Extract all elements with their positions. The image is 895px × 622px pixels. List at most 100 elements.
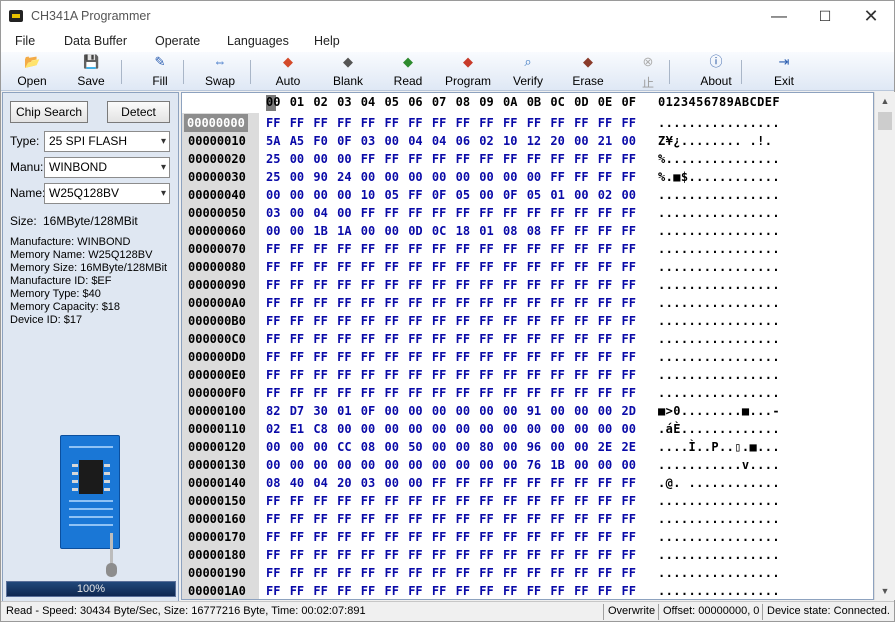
- hex-byte[interactable]: 00: [574, 186, 588, 204]
- hex-byte[interactable]: FF: [266, 276, 280, 294]
- hex-byte[interactable]: FF: [456, 384, 470, 402]
- hex-byte[interactable]: FF: [479, 258, 493, 276]
- hex-byte[interactable]: 00: [456, 168, 470, 186]
- hex-byte[interactable]: FF: [527, 384, 541, 402]
- hex-byte[interactable]: FF: [527, 276, 541, 294]
- hex-byte[interactable]: FF: [527, 546, 541, 564]
- hex-byte[interactable]: 01: [337, 402, 351, 420]
- hex-byte[interactable]: FF: [313, 240, 327, 258]
- hex-byte[interactable]: FF: [385, 114, 399, 132]
- hex-byte[interactable]: 00: [574, 402, 588, 420]
- hex-row[interactable]: 000001A0 FF FF FF FF FF FF FF FF FF FF FF FF FF FF FF FF…: [182, 582, 873, 599]
- hex-byte[interactable]: FF: [598, 528, 612, 546]
- hex-byte[interactable]: FF: [574, 366, 588, 384]
- hex-byte[interactable]: FF: [432, 348, 446, 366]
- hex-byte[interactable]: 00: [266, 456, 280, 474]
- hex-byte[interactable]: 00: [313, 438, 327, 456]
- hex-byte[interactable]: FF: [598, 276, 612, 294]
- hex-byte[interactable]: 40: [290, 474, 304, 492]
- hex-byte[interactable]: FF: [527, 582, 541, 599]
- hex-byte[interactable]: FF: [574, 240, 588, 258]
- toolbar-fill-button[interactable]: ✎ Fill: [132, 54, 188, 90]
- hex-byte[interactable]: FF: [527, 564, 541, 582]
- hex-byte[interactable]: FF: [290, 330, 304, 348]
- toolbar-info-button[interactable]: ⓘ About: [688, 54, 744, 90]
- hex-byte[interactable]: 08: [503, 222, 517, 240]
- hex-byte[interactable]: FF: [479, 564, 493, 582]
- hex-byte[interactable]: FF: [550, 204, 564, 222]
- hex-byte[interactable]: FF: [432, 564, 446, 582]
- hex-byte[interactable]: 00: [550, 402, 564, 420]
- hex-byte[interactable]: FF: [456, 150, 470, 168]
- hex-byte[interactable]: FF: [598, 474, 612, 492]
- hex-byte[interactable]: FF: [361, 258, 375, 276]
- hex-byte[interactable]: FF: [550, 150, 564, 168]
- hex-byte[interactable]: FF: [598, 294, 612, 312]
- hex-byte[interactable]: 2E: [622, 438, 636, 456]
- hex-byte[interactable]: 00: [479, 456, 493, 474]
- hex-byte[interactable]: 0F: [503, 186, 517, 204]
- hex-byte[interactable]: FF: [290, 366, 304, 384]
- hex-byte[interactable]: FF: [456, 114, 470, 132]
- hex-byte[interactable]: 2E: [598, 438, 612, 456]
- hex-byte[interactable]: FF: [598, 222, 612, 240]
- hex-byte[interactable]: FF: [598, 150, 612, 168]
- hex-byte[interactable]: 0F: [337, 132, 351, 150]
- hex-byte[interactable]: 0F: [361, 402, 375, 420]
- hex-byte[interactable]: 00: [408, 168, 422, 186]
- hex-byte[interactable]: FF: [456, 348, 470, 366]
- hex-byte[interactable]: FF: [550, 492, 564, 510]
- hex-byte[interactable]: 00: [598, 420, 612, 438]
- hex-byte[interactable]: FF: [550, 348, 564, 366]
- hex-byte[interactable]: 00: [550, 420, 564, 438]
- hex-byte[interactable]: FF: [574, 330, 588, 348]
- hex-byte[interactable]: 96: [527, 438, 541, 456]
- hex-byte[interactable]: FF: [527, 204, 541, 222]
- hex-byte[interactable]: FF: [408, 186, 422, 204]
- hex-byte[interactable]: FF: [361, 276, 375, 294]
- hex-byte[interactable]: FF: [337, 384, 351, 402]
- hex-byte[interactable]: 00: [574, 420, 588, 438]
- hex-byte[interactable]: FF: [385, 204, 399, 222]
- hex-byte[interactable]: FF: [456, 474, 470, 492]
- hex-byte[interactable]: 08: [266, 474, 280, 492]
- hex-byte[interactable]: 00: [385, 168, 399, 186]
- hex-byte[interactable]: FF: [337, 348, 351, 366]
- hex-row[interactable]: 00000060 00 00 1B 1A 00 00 0D 0C 18 01 08 08 FF FF FF FF…: [182, 222, 873, 240]
- ascii-text[interactable]: ................: [658, 510, 780, 528]
- hex-byte[interactable]: FF: [361, 294, 375, 312]
- hex-byte[interactable]: FF: [550, 528, 564, 546]
- hex-row[interactable]: 00000100 82 D7 30 01 0F 00 00 00 00 00 00 91 00 00 00 2D…: [182, 402, 873, 420]
- hex-byte[interactable]: FF: [361, 348, 375, 366]
- hex-byte[interactable]: 00: [385, 420, 399, 438]
- hex-byte[interactable]: FF: [385, 330, 399, 348]
- hex-byte[interactable]: FF: [456, 240, 470, 258]
- hex-byte[interactable]: FF: [574, 114, 588, 132]
- hex-byte[interactable]: FF: [432, 510, 446, 528]
- hex-byte[interactable]: FF: [266, 546, 280, 564]
- hex-byte[interactable]: 01: [550, 186, 564, 204]
- hex-byte[interactable]: FF: [313, 528, 327, 546]
- hex-byte[interactable]: 20: [337, 474, 351, 492]
- hex-byte[interactable]: 00: [337, 186, 351, 204]
- hex-byte[interactable]: FF: [385, 384, 399, 402]
- hex-byte[interactable]: FF: [408, 258, 422, 276]
- hex-byte[interactable]: FF: [456, 330, 470, 348]
- hex-byte[interactable]: FF: [385, 528, 399, 546]
- hex-row[interactable]: 000000F0 FF FF FF FF FF FF FF FF FF FF FF FF FF FF FF FF…: [182, 384, 873, 402]
- hex-byte[interactable]: FF: [266, 510, 280, 528]
- hex-byte[interactable]: FF: [622, 168, 636, 186]
- hex-byte[interactable]: FF: [432, 528, 446, 546]
- hex-byte[interactable]: FF: [503, 474, 517, 492]
- hex-byte[interactable]: FF: [527, 366, 541, 384]
- hex-byte[interactable]: FF: [408, 150, 422, 168]
- hex-byte[interactable]: FF: [550, 510, 564, 528]
- hex-byte[interactable]: FF: [550, 366, 564, 384]
- hex-byte[interactable]: FF: [266, 114, 280, 132]
- hex-byte[interactable]: 5A: [266, 132, 280, 150]
- manu-select[interactable]: WINBOND ▾: [44, 157, 170, 178]
- hex-byte[interactable]: 00: [456, 438, 470, 456]
- hex-byte[interactable]: FF: [503, 150, 517, 168]
- toolbar-read-chip-button[interactable]: ◆ Read: [380, 54, 436, 90]
- hex-byte[interactable]: FF: [385, 276, 399, 294]
